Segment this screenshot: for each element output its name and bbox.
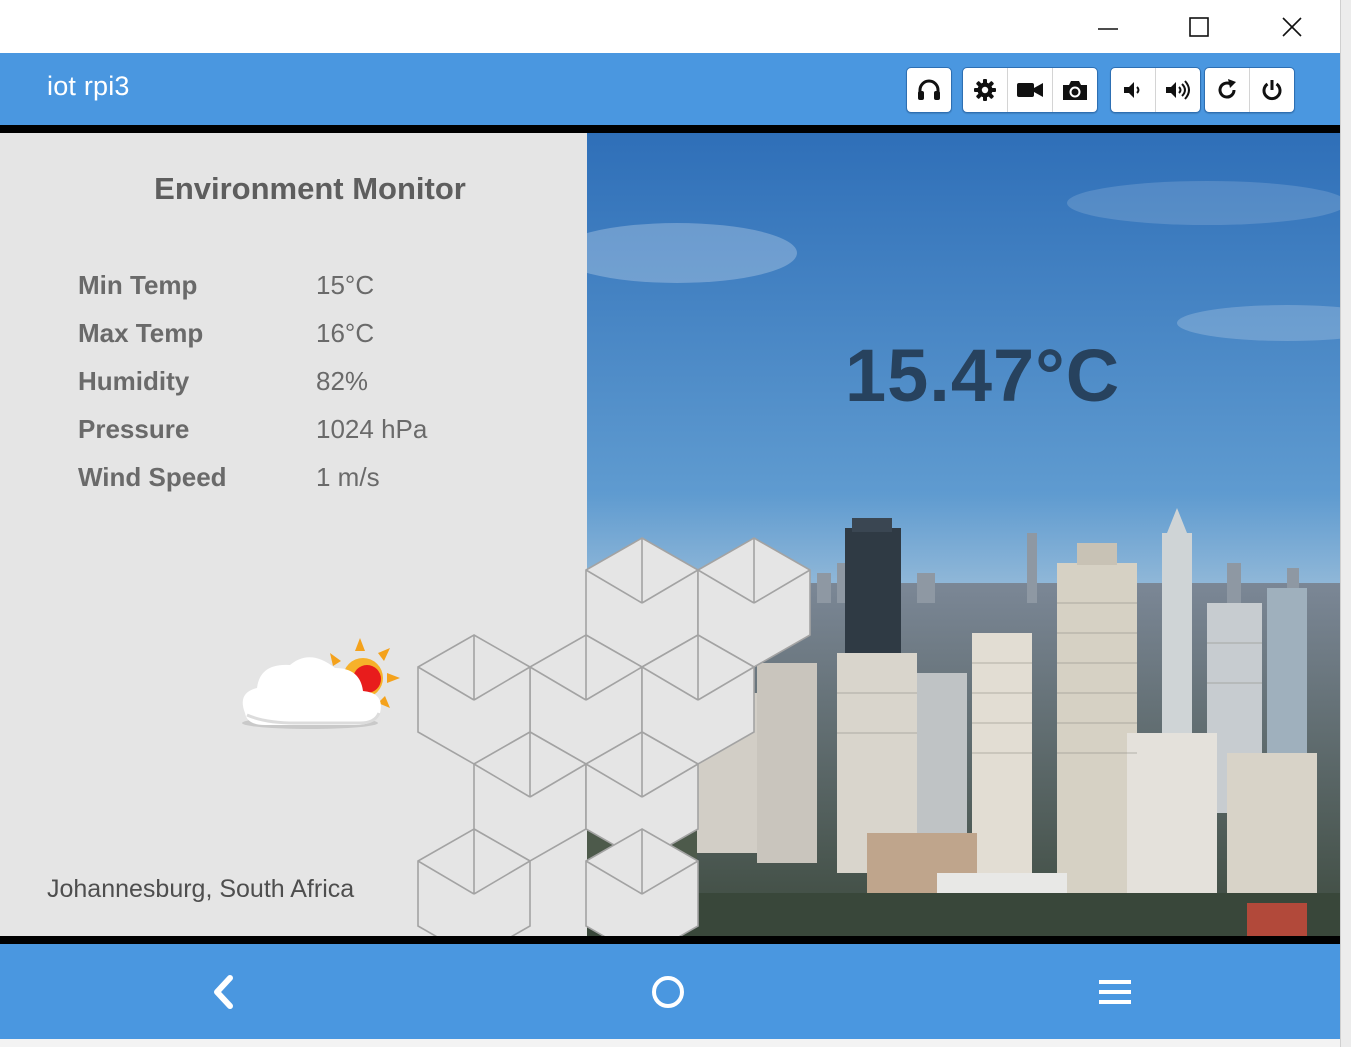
video-camera-icon [1017, 83, 1043, 97]
reading-label: Wind Speed [78, 462, 227, 492]
back-button[interactable] [198, 969, 248, 1015]
power-button[interactable] [1250, 68, 1294, 112]
volume-button-group [1110, 67, 1201, 113]
bottom-divider [0, 936, 1340, 944]
app-title: iot rpi3 [47, 71, 130, 101]
media-button-group [962, 67, 1098, 113]
minimize-icon [1098, 27, 1118, 30]
top-divider [0, 125, 1340, 133]
volume-down-button[interactable] [1111, 68, 1156, 112]
video-button[interactable] [1008, 68, 1053, 112]
gear-icon [974, 79, 996, 101]
hexagon-pattern [417, 537, 811, 936]
bottom-nav-bar [0, 944, 1340, 1039]
close-icon [1282, 16, 1302, 37]
power-icon [1262, 80, 1282, 101]
reading-value: 15°C [316, 270, 375, 300]
volume-down-icon [1124, 82, 1140, 98]
close-button[interactable] [1247, 0, 1337, 53]
headphones-button[interactable] [907, 68, 951, 112]
reading-label: Min Temp [78, 270, 198, 300]
reading-value: 82% [316, 366, 369, 396]
reading-label: Pressure [78, 414, 190, 444]
home-button[interactable] [643, 969, 693, 1015]
window-title-bar [0, 0, 1340, 53]
location-label: Johannesburg, South Africa [47, 875, 355, 903]
refresh-button[interactable] [1205, 68, 1250, 112]
minimize-button[interactable] [1063, 0, 1153, 53]
window-bottom-edge [0, 1039, 1340, 1047]
system-button-group [1204, 67, 1295, 113]
reading-label: Max Temp [78, 318, 204, 348]
home-icon [652, 976, 684, 1008]
headphones-icon [918, 79, 940, 100]
main-content: Environment Monitor Min Temp 15°C Max Te… [0, 133, 1340, 936]
snapshot-button[interactable] [1053, 68, 1097, 112]
settings-button[interactable] [963, 68, 1008, 112]
monitor-title: Environment Monitor [154, 171, 466, 206]
maximize-button[interactable] [1154, 0, 1244, 53]
refresh-icon [1218, 79, 1236, 99]
app-bar: iot rpi3 [0, 53, 1340, 125]
reading-value: 1024 hPa [316, 414, 428, 444]
reading-value: 1 m/s [316, 462, 380, 492]
camera-icon [1063, 81, 1087, 100]
audio-button-group [906, 67, 952, 113]
current-temperature: 15.47°C [845, 334, 1121, 417]
maximize-icon [1189, 16, 1209, 37]
background-window-edge [1340, 0, 1351, 1047]
reading-label: Humidity [78, 366, 190, 396]
volume-up-button[interactable] [1156, 68, 1200, 112]
back-icon [214, 975, 233, 1009]
partly-cloudy-icon [242, 638, 400, 729]
menu-button[interactable] [1090, 969, 1140, 1015]
reading-value: 16°C [316, 318, 375, 348]
menu-icon [1099, 980, 1131, 1004]
volume-up-icon [1166, 80, 1190, 100]
